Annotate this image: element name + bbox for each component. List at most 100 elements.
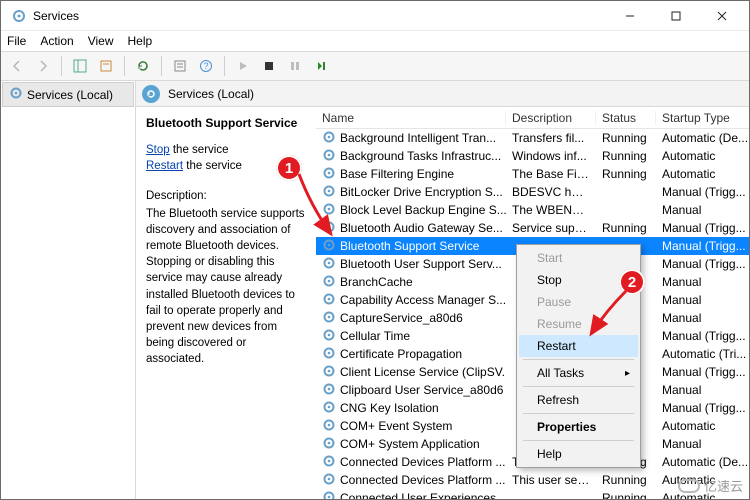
menu-file[interactable]: File (7, 34, 26, 48)
callout-2: 2 (619, 269, 645, 295)
gear-icon (322, 184, 336, 201)
service-desc: The WBENGI... (506, 203, 596, 217)
service-name: Bluetooth Audio Gateway Se... (340, 221, 503, 235)
col-description[interactable]: Description (506, 111, 596, 125)
cm-properties[interactable]: Properties (519, 416, 638, 438)
close-button[interactable] (699, 1, 745, 31)
stop-link[interactable]: Stop (146, 144, 170, 156)
cm-separator (523, 440, 634, 441)
service-desc: Transfers fil... (506, 131, 596, 145)
service-status: Running (596, 491, 656, 499)
cm-restart[interactable]: Restart (519, 335, 638, 357)
toolbar-separator (161, 56, 162, 76)
help-button[interactable]: ? (194, 54, 218, 78)
properties-button[interactable] (168, 54, 192, 78)
stop-service-button[interactable] (257, 54, 281, 78)
service-row[interactable]: Background Intelligent Tran... Transfers … (316, 129, 749, 147)
main-header: Services (Local) (136, 81, 749, 107)
gear-icon (322, 238, 336, 255)
service-row[interactable]: BitLocker Drive Encryption S...BDESVC ho… (316, 183, 749, 201)
service-name: BranchCache (340, 275, 413, 289)
nav-root-label: Services (Local) (27, 88, 113, 102)
service-name: CaptureService_a80d6 (340, 311, 463, 325)
export-list-button[interactable] (94, 54, 118, 78)
cm-separator (523, 413, 634, 414)
service-startup: Manual (Trigg... (656, 365, 749, 379)
nav-services-local[interactable]: Services (Local) (2, 82, 134, 107)
menubar: File Action View Help (1, 31, 749, 51)
service-startup: Automatic (656, 167, 749, 181)
service-row[interactable]: Base Filtering EngineThe Base Filt...Run… (316, 165, 749, 183)
description-text: The Bluetooth service supports discovery… (146, 206, 306, 367)
service-name: Cellular Time (340, 329, 410, 343)
gear-icon (322, 472, 336, 489)
service-name: Client License Service (ClipSV... (340, 365, 506, 379)
cm-separator (523, 386, 634, 387)
minimize-button[interactable] (607, 1, 653, 31)
restart-service-button[interactable] (309, 54, 333, 78)
cm-help[interactable]: Help (519, 443, 638, 465)
navigation-pane: Services (Local) (1, 81, 136, 499)
nav-forward-button[interactable] (31, 54, 55, 78)
gear-icon (322, 364, 336, 381)
service-status: Running (596, 221, 656, 235)
service-startup: Manual (Trigg... (656, 401, 749, 415)
service-name: CNG Key Isolation (340, 401, 439, 415)
col-name[interactable]: Name (316, 111, 506, 125)
gear-icon (322, 418, 336, 435)
service-name: Bluetooth User Support Serv... (340, 257, 502, 271)
svg-text:?: ? (203, 61, 208, 71)
submenu-arrow-icon: ▸ (625, 368, 630, 379)
gear-icon (322, 310, 336, 327)
service-row[interactable]: Block Level Backup Engine S...The WBENGI… (316, 201, 749, 219)
cm-all-tasks[interactable]: All Tasks▸ (519, 362, 638, 384)
col-status[interactable]: Status (596, 111, 656, 125)
nav-back-button[interactable] (5, 54, 29, 78)
service-name: Connected User Experiences ... (340, 491, 506, 499)
start-service-button[interactable] (231, 54, 255, 78)
service-name: Background Intelligent Tran... (340, 131, 496, 145)
gear-icon (322, 274, 336, 291)
cm-start: Start (519, 247, 638, 269)
gear-icon (322, 292, 336, 309)
service-startup: Manual (Trigg... (656, 239, 749, 253)
menu-help[interactable]: Help (128, 34, 153, 48)
show-hide-tree-button[interactable] (68, 54, 92, 78)
service-startup: Automatic (Tri... (656, 347, 749, 361)
gear-icon (322, 220, 336, 237)
cm-separator (523, 359, 634, 360)
gear-icon (322, 202, 336, 219)
service-startup: Manual (656, 275, 749, 289)
service-startup: Manual (656, 437, 749, 451)
service-row[interactable]: Background Tasks Infrastruc... Windows in… (316, 147, 749, 165)
watermark-text: 亿速云 (704, 476, 743, 495)
refresh-button[interactable] (131, 54, 155, 78)
main-header-title: Services (Local) (168, 87, 254, 101)
service-name: Connected Devices Platform ... (340, 455, 505, 469)
service-desc: Windows inf... (506, 149, 596, 163)
refresh-icon[interactable] (142, 85, 160, 103)
col-startup[interactable]: Startup Type (656, 111, 749, 125)
cm-pause: Pause (519, 291, 638, 313)
service-name: Background Tasks Infrastruc... (340, 149, 501, 163)
gear-icon (322, 400, 336, 417)
service-row[interactable]: Bluetooth Audio Gateway Se...Service sup… (316, 219, 749, 237)
service-desc: BDESVC hos... (506, 185, 596, 199)
cloud-icon (678, 479, 700, 493)
service-startup: Manual (Trigg... (656, 257, 749, 271)
list-header[interactable]: Name Description Status Startup Type Log (316, 107, 749, 129)
toolbar: ? (1, 51, 749, 81)
gear-icon (322, 382, 336, 399)
menu-view[interactable]: View (88, 34, 114, 48)
service-name: Capability Access Manager S... (340, 293, 506, 307)
toolbar-separator (224, 56, 225, 76)
service-status: Running (596, 131, 656, 145)
maximize-button[interactable] (653, 1, 699, 31)
restart-suffix: the service (183, 160, 242, 172)
menu-action[interactable]: Action (40, 34, 73, 48)
cm-refresh[interactable]: Refresh (519, 389, 638, 411)
pause-service-button[interactable] (283, 54, 307, 78)
service-startup: Automatic (656, 149, 749, 163)
service-startup: Manual (656, 383, 749, 397)
restart-link[interactable]: Restart (146, 160, 183, 172)
